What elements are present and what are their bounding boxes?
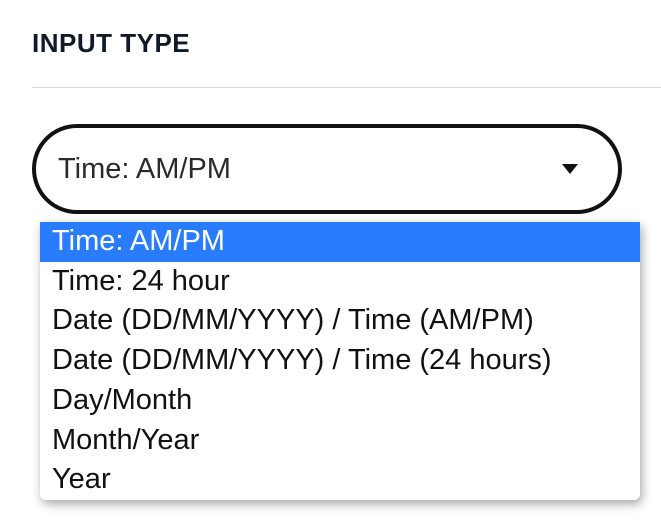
select-dropdown: Time: AM/PM Time: 24 hour Date (DD/MM/YY… [40, 222, 640, 500]
option-day-month[interactable]: Day/Month [40, 381, 640, 421]
option-time-24hour[interactable]: Time: 24 hour [40, 262, 640, 302]
input-type-select: Time: AM/PM Time: AM/PM Time: 24 hour Da… [32, 124, 629, 214]
option-date-time-24hour[interactable]: Date (DD/MM/YYYY) / Time (24 hours) [40, 341, 640, 381]
option-month-year[interactable]: Month/Year [40, 421, 640, 461]
option-date-time-ampm[interactable]: Date (DD/MM/YYYY) / Time (AM/PM) [40, 301, 640, 341]
option-year[interactable]: Year [40, 460, 640, 500]
chevron-down-icon [562, 164, 578, 174]
divider [32, 87, 661, 88]
section-title: INPUT TYPE [32, 28, 629, 59]
select-control[interactable]: Time: AM/PM [32, 124, 622, 214]
select-value: Time: AM/PM [58, 153, 231, 186]
option-time-ampm[interactable]: Time: AM/PM [40, 222, 640, 262]
